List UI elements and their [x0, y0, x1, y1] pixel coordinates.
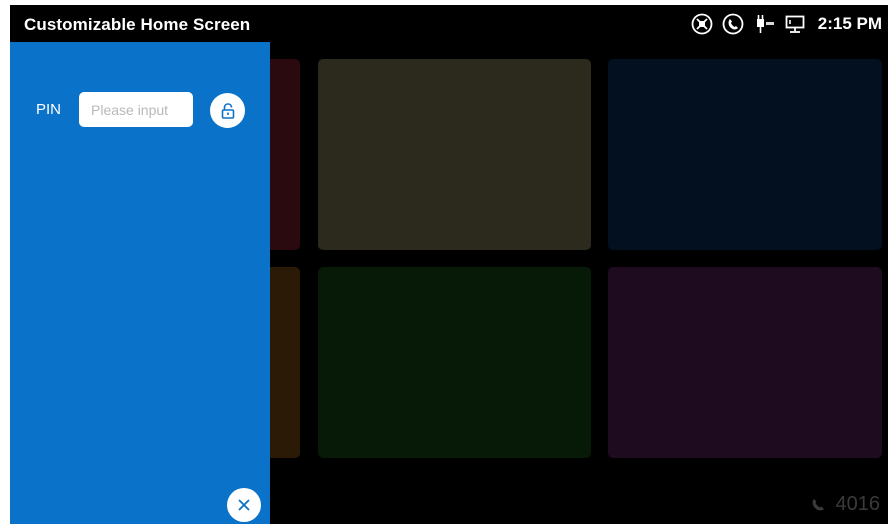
tile-2[interactable] [318, 59, 591, 250]
desktop-connection-icon [784, 13, 806, 35]
app-title: Customizable Home Screen [24, 15, 251, 34]
extension-indicator: 4016 [808, 493, 881, 516]
clock: 2:15 PM [817, 14, 882, 33]
unlock-icon [221, 102, 234, 119]
extension-number: 4016 [835, 493, 881, 515]
home-screen: Customizable Home Screen 2:15 PM 4016 PI… [10, 5, 888, 524]
close-icon [238, 499, 250, 511]
tile-3[interactable] [608, 59, 882, 250]
unlock-button[interactable] [210, 93, 245, 128]
phone-handset-icon [808, 495, 828, 515]
poe-power-icon [753, 13, 775, 35]
phone-icon [722, 13, 744, 35]
status-bar: Customizable Home Screen 2:15 PM [10, 5, 888, 43]
tile-6[interactable] [608, 267, 882, 458]
pin-label: PIN [36, 101, 62, 118]
pin-side-panel: PIN [10, 42, 270, 524]
network-disconnected-icon [691, 13, 713, 35]
status-icons: 2:15 PM [691, 11, 882, 37]
tile-5[interactable] [318, 267, 591, 458]
close-panel-button[interactable] [227, 488, 261, 522]
pin-input[interactable] [79, 92, 193, 127]
